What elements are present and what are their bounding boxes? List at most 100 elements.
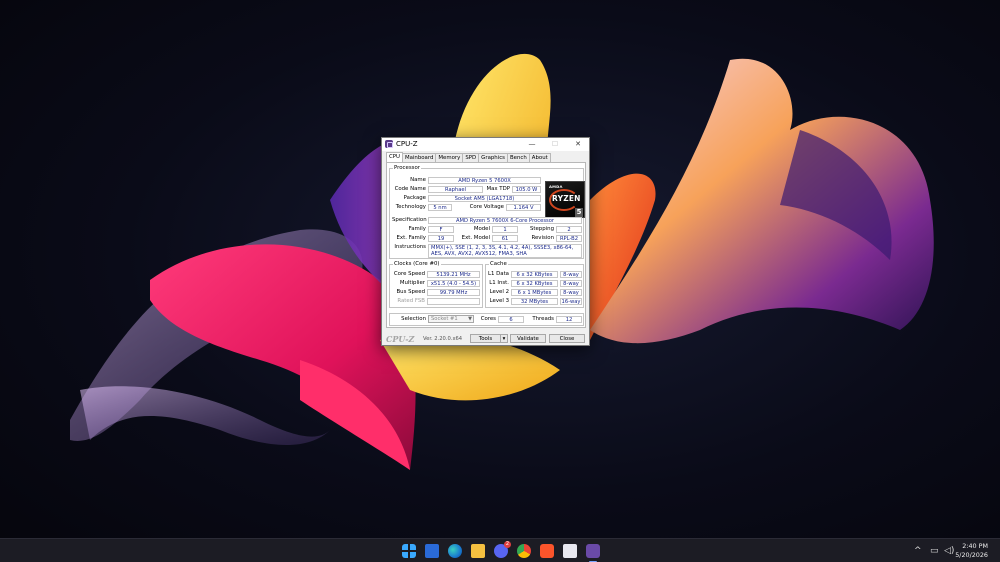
package-label: Package bbox=[403, 195, 426, 201]
selection-row: Selection Socket #1 ▼ Cores 6 Threads 12 bbox=[389, 313, 584, 326]
cache-row-ways: 8-way bbox=[560, 289, 582, 296]
instructions-value: MMX(+), SSE (1, 2, 3, 3S, 4.1, 4.2, 4A),… bbox=[428, 244, 582, 258]
system-clock[interactable]: 2:40 PM 5/20/2026 bbox=[955, 542, 988, 560]
instructions-label: Instructions bbox=[394, 244, 426, 250]
cache-row-ways: 16-way bbox=[560, 298, 582, 305]
ryzen-logo-text: RYZEN bbox=[552, 194, 581, 203]
threads-label: Threads bbox=[532, 316, 554, 322]
extfamily-label: Ext. Family bbox=[396, 235, 426, 241]
monitor-icon[interactable]: ▭ bbox=[930, 546, 939, 556]
maximize-button[interactable]: ☐ bbox=[548, 139, 562, 150]
tab-graphics[interactable]: Graphics bbox=[478, 153, 508, 162]
maxtdp-value: 105.0 W bbox=[512, 186, 541, 193]
clocks-group: Clocks (Core #0) Core Speed 5139.21 MHz … bbox=[389, 261, 483, 308]
store-icon[interactable] bbox=[425, 544, 439, 558]
tab-about[interactable]: About bbox=[528, 153, 551, 162]
socket-select-value: Socket #1 bbox=[431, 316, 458, 322]
tab-cpu[interactable]: CPU bbox=[386, 152, 403, 162]
cpuz-brand-logo: CPU-Z bbox=[386, 334, 415, 344]
specification-value: AMD Ryzen 5 7600X 6-Core Processor bbox=[428, 217, 582, 224]
codename-value: Raphael bbox=[428, 186, 483, 193]
close-window-button[interactable]: ✕ bbox=[571, 139, 585, 150]
corevoltage-label: Core Voltage bbox=[469, 204, 504, 210]
revision-value: RPL-B2 bbox=[556, 235, 582, 242]
tab-bench[interactable]: Bench bbox=[506, 153, 530, 162]
cache-row-size: 32 MBytes bbox=[511, 298, 558, 305]
extfamily-value: 19 bbox=[428, 235, 454, 242]
tab-spd[interactable]: SPD bbox=[462, 153, 480, 162]
name-value: AMD Ryzen 5 7600X bbox=[428, 177, 541, 184]
minimize-button[interactable]: — bbox=[525, 139, 539, 150]
cpuz-window: CPU-Z — ☐ ✕ CPU Mainboard Memory SPD Gra… bbox=[381, 137, 590, 346]
family-value: F bbox=[428, 226, 454, 233]
cache-row-ways: 8-way bbox=[560, 271, 582, 278]
tools-button[interactable]: Tools bbox=[470, 334, 501, 343]
cache-row-label: L1 Data bbox=[487, 271, 509, 277]
clock-time: 2:40 PM bbox=[962, 542, 988, 550]
processor-group: Processor Name AMD Ryzen 5 7600X Code Na… bbox=[389, 165, 585, 259]
maxtdp-label: Max TDP bbox=[486, 186, 510, 192]
corespeed-value: 5139.21 MHz bbox=[427, 271, 480, 278]
model-value: 1 bbox=[492, 226, 518, 233]
window-titlebar[interactable]: CPU-Z — ☐ ✕ bbox=[382, 138, 589, 151]
cache-row-ways: 8-way bbox=[560, 280, 582, 287]
codename-label: Code Name bbox=[394, 186, 426, 192]
tools-dropdown-button[interactable]: ▾ bbox=[500, 334, 508, 343]
show-hidden-icons-chevron-icon[interactable]: ^ bbox=[914, 546, 922, 556]
cores-value: 6 bbox=[498, 316, 524, 323]
busspeed-value: 99.79 MHz bbox=[427, 289, 480, 296]
multiplier-label: Multiplier bbox=[399, 280, 425, 286]
technology-value: 5 nm bbox=[428, 204, 452, 211]
cache-row-label: Level 3 bbox=[489, 298, 509, 304]
socket-select[interactable]: Socket #1 ▼ bbox=[428, 315, 474, 323]
family-label: Family bbox=[408, 226, 426, 232]
window-footer: CPU-Z Ver. 2.20.0.x64 Tools ▾ Validate C… bbox=[382, 331, 589, 345]
discord-icon[interactable]: 2 bbox=[494, 541, 511, 558]
validate-button[interactable]: Validate bbox=[510, 334, 546, 343]
cpu-tab-panel: Processor Name AMD Ryzen 5 7600X Code Na… bbox=[386, 162, 586, 328]
volume-icon[interactable]: ◁) bbox=[944, 546, 954, 556]
ratedfsb-value bbox=[427, 298, 480, 305]
processor-group-title: Processor bbox=[393, 165, 421, 172]
snipping-tool-icon[interactable] bbox=[563, 544, 577, 558]
file-explorer-icon[interactable] bbox=[471, 544, 485, 558]
cache-row-size: 6 x 1 MBytes bbox=[511, 289, 558, 296]
multiplier-value: x51.5 (4.0 - 54.5) bbox=[427, 280, 480, 287]
clocks-group-title: Clocks (Core #0) bbox=[393, 261, 441, 268]
stepping-label: Stepping bbox=[529, 226, 554, 232]
ryzen-tier-badge: 5 bbox=[575, 208, 583, 217]
specification-label: Specification bbox=[392, 217, 427, 223]
tools-button-label: Tools bbox=[478, 336, 493, 342]
cache-row-size: 6 x 32 KBytes bbox=[511, 271, 558, 278]
clock-date: 5/20/2026 bbox=[955, 551, 988, 559]
stepping-value: 2 bbox=[556, 226, 582, 233]
cache-row-label: L1 Inst. bbox=[489, 280, 509, 286]
corespeed-label: Core Speed bbox=[393, 271, 425, 277]
edge-icon[interactable] bbox=[448, 544, 462, 558]
close-button[interactable]: Close bbox=[549, 334, 585, 343]
tab-memory[interactable]: Memory bbox=[435, 153, 464, 162]
tab-mainboard[interactable]: Mainboard bbox=[401, 153, 437, 162]
selection-label: Selection bbox=[401, 316, 426, 322]
revision-label: Revision bbox=[531, 235, 554, 241]
cpuz-taskbar-icon[interactable] bbox=[586, 544, 600, 562]
chevron-down-icon: ▼ bbox=[468, 316, 472, 322]
version-text: Ver. 2.20.0.x64 bbox=[423, 336, 463, 342]
extmodel-label: Ext. Model bbox=[461, 235, 490, 241]
windows-start-icon[interactable] bbox=[402, 544, 416, 558]
amd-ryzen5-logo: AMDΛ RYZEN 5 bbox=[545, 181, 585, 218]
extmodel-value: 61 bbox=[492, 235, 518, 242]
cache-row-label: Level 2 bbox=[489, 289, 509, 295]
chrome-icon[interactable] bbox=[517, 544, 531, 558]
name-label: Name bbox=[410, 177, 426, 183]
cores-label: Cores bbox=[480, 316, 496, 322]
model-label: Model bbox=[473, 226, 490, 232]
taskbar: 2 ^ ▭ ◁) 2:40 PM 5/20/2026 bbox=[0, 538, 1000, 562]
corevoltage-value: 1.164 V bbox=[506, 204, 541, 211]
caret-down-icon: ▾ bbox=[502, 336, 506, 342]
threads-value: 12 bbox=[556, 316, 582, 323]
package-value: Socket AM5 (LGA1718) bbox=[428, 195, 541, 202]
cache-group: Cache L1 Data 6 x 32 KBytes 8-way L1 Ins… bbox=[485, 261, 584, 308]
window-title: CPU-Z bbox=[396, 140, 418, 148]
brave-icon[interactable] bbox=[540, 544, 554, 558]
